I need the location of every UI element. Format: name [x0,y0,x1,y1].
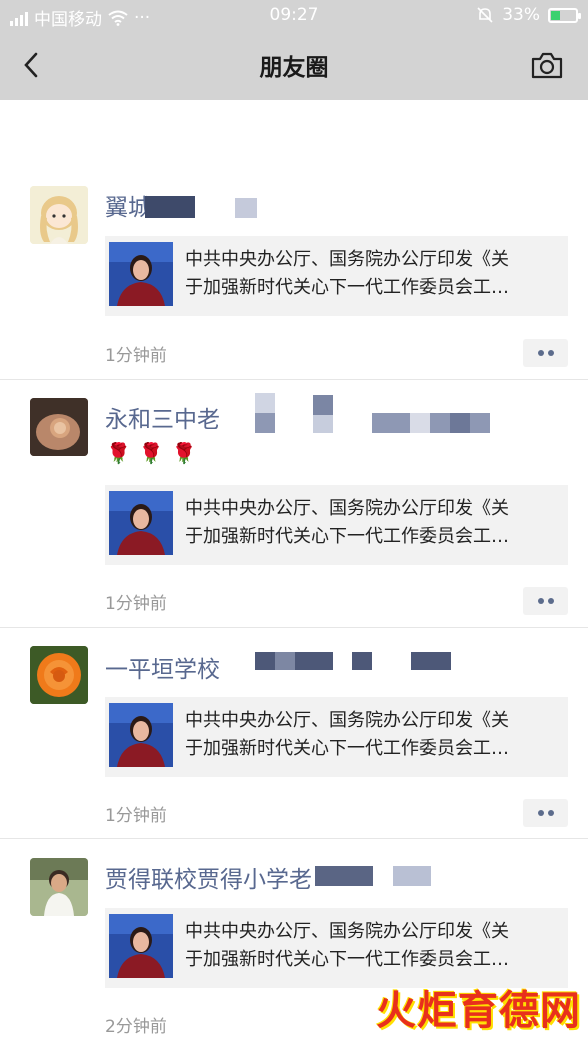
avatar[interactable] [30,398,88,456]
news-anchor-thumbnail [109,491,173,555]
site-watermark: 火炬育德网 [376,987,581,1034]
article-title-line-2: 于加强新时代关心下一代工作委员会工… [185,526,509,547]
battery-fill [551,10,560,20]
article-title-line-1: 中共中央办公厅、国务院办公厅印发《关 [185,710,509,731]
article-title-line-2: 于加强新时代关心下一代工作委员会工… [185,277,509,298]
post-divider [0,627,588,628]
post-divider [0,838,588,839]
article-title-line-2: 于加强新时代关心下一代工作委员会工… [185,949,509,970]
post-actions-button[interactable] [523,339,568,367]
shared-article-card[interactable]: 中共中央办公厅、国务院办公厅印发《关 于加强新时代关心下一代工作委员会工… [105,908,568,988]
post-timestamp: 2分钟前 [105,1017,167,1037]
article-title-line-1: 中共中央办公厅、国务院办公厅印发《关 [185,921,509,942]
shared-article-card[interactable]: 中共中央办公厅、国务院办公厅印发《关 于加强新时代关心下一代工作委员会工… [105,485,568,565]
avatar[interactable] [30,646,88,704]
post-author-name[interactable]: 贾得联校贾得小学老 [105,860,312,894]
news-anchor-thumbnail [109,703,173,767]
shared-article-card[interactable]: 中共中央办公厅、国务院办公厅印发《关 于加强新时代关心下一代工作委员会工… [105,236,568,316]
battery-icon [548,7,581,23]
post-timestamp: 1分钟前 [105,806,167,826]
article-title-line-1: 中共中央办公厅、国务院办公厅印发《关 [185,498,509,519]
nav-bar: 朋友圈 [0,32,588,100]
status-bar: 中国移动 ··· 09:27 33% [0,0,588,32]
article-title-line-1: 中共中央办公厅、国务院办公厅印发《关 [185,249,509,270]
post-timestamp: 1分钟前 [105,346,167,366]
article-title-line-2: 于加强新时代关心下一代工作委员会工… [185,738,509,759]
orange-rose-avatar-image [30,646,88,704]
post-actions-button[interactable] [523,799,568,827]
post-timestamp: 1分钟前 [105,594,167,614]
shared-article-card[interactable]: 中共中央办公厅、国务院办公厅印发《关 于加强新时代关心下一代工作委员会工… [105,697,568,777]
top-bar: 中国移动 ··· 09:27 33% 朋友圈 [0,0,588,100]
battery-percent: 33% [502,5,540,25]
post-divider [0,379,588,380]
camera-icon[interactable] [530,50,564,80]
post-actions-button[interactable] [523,587,568,615]
mute-icon [477,7,493,23]
rose-emoji: 🌹🌹🌹 [106,441,205,465]
hand-holding-orb-avatar-image [30,398,88,456]
avatar[interactable] [30,186,88,244]
news-anchor-thumbnail [109,914,173,978]
post-author-name[interactable]: 一平垣学校 [105,650,220,684]
news-anchor-thumbnail [109,242,173,306]
avatar[interactable] [30,858,88,916]
post-author-name[interactable]: 永和三中老 [105,400,220,434]
child-photo-avatar-image [30,858,88,916]
page-title: 朋友圈 [259,55,329,81]
cartoon-girl-avatar-image [30,186,88,244]
